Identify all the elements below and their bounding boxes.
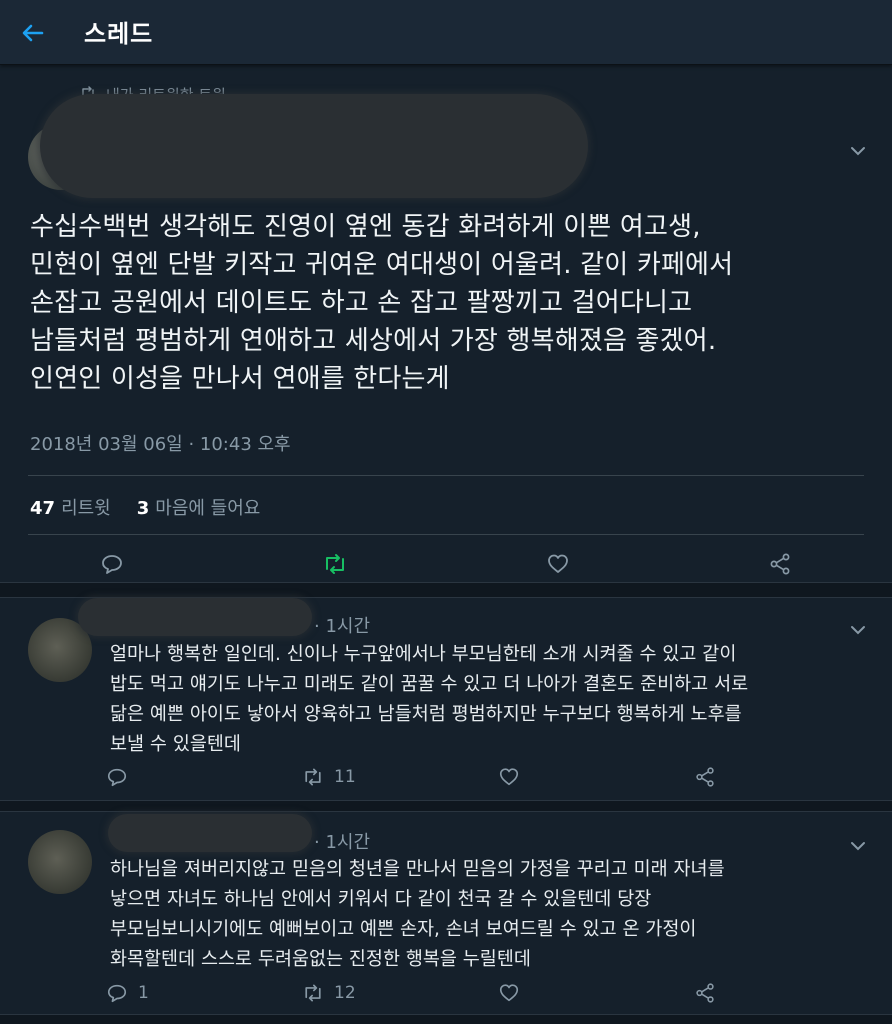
like-icon <box>499 984 519 1002</box>
reply-icon <box>102 555 122 574</box>
like-button[interactable] <box>498 766 520 788</box>
chevron-down-icon[interactable] <box>850 620 866 635</box>
like-button[interactable] <box>498 982 520 1004</box>
retweet-count: 12 <box>334 983 356 1003</box>
like-stat[interactable]: 3 마음에 들어요 <box>137 494 261 520</box>
reply-actions: 1 12 <box>0 982 892 1012</box>
avatar[interactable] <box>28 830 92 894</box>
reply-actions: 11 <box>0 766 892 796</box>
reply-count: 1 <box>138 983 149 1003</box>
reply-time: · 1시간 <box>314 832 371 853</box>
reply-icon <box>107 768 127 787</box>
page-title: 스레드 <box>84 20 154 48</box>
share-icon <box>696 983 714 1003</box>
reply-button[interactable]: 1 <box>106 982 149 1004</box>
retweet-button[interactable]: 11 <box>302 766 356 788</box>
divider <box>28 475 864 476</box>
tweet-stats: 47 리트윗 3 마음에 들어요 <box>30 494 260 520</box>
reply-time: · 1시간 <box>314 616 371 637</box>
top-bar: 스레드 <box>0 0 892 65</box>
retweet-icon <box>305 768 321 786</box>
reply-icon <box>107 984 127 1003</box>
reply-button[interactable] <box>106 766 138 788</box>
section-separator <box>0 1014 892 1024</box>
tweet-text: 수십수백번 생각해도 진영이 옆엔 동갑 화려하게 이쁜 여고생, 민현이 옆엔… <box>30 212 734 394</box>
retweet-stat[interactable]: 47 리트윗 <box>30 494 111 520</box>
share-icon <box>770 553 790 575</box>
retweet-button[interactable] <box>322 552 348 576</box>
like-stat-label: 마음에 들어요 <box>155 498 261 519</box>
retweet-button[interactable]: 12 <box>302 982 356 1004</box>
share-button[interactable] <box>694 766 716 788</box>
like-icon <box>548 554 568 573</box>
retweet-icon <box>326 554 344 574</box>
thread-page: 스레드 내가 리트윗한 트윗 수십수백번 생각해도 진영이 옆엔 동갑 화려하게… <box>0 0 892 1024</box>
chevron-down-icon[interactable] <box>850 836 866 851</box>
like-count: 3 <box>136 498 150 519</box>
redacted-reply-author <box>78 598 312 636</box>
reply-button[interactable] <box>100 552 124 576</box>
share-icon <box>696 767 714 787</box>
redacted-author-name <box>40 94 588 198</box>
share-button[interactable] <box>768 552 792 576</box>
like-button[interactable] <box>546 552 570 576</box>
share-button[interactable] <box>694 982 716 1004</box>
redacted-reply-author <box>108 814 312 852</box>
like-icon <box>499 768 519 786</box>
retweet-icon <box>305 984 321 1002</box>
chevron-down-icon[interactable] <box>850 141 866 156</box>
retweet-count: 11 <box>334 767 356 787</box>
divider <box>28 534 864 535</box>
tweet-actions <box>0 552 892 582</box>
retweet-stat-label: 리트윗 <box>61 498 111 519</box>
reply-text: 하나님을 져버리지않고 믿음의 청년을 만나서 믿음의 가정을 꾸리고 미래 자… <box>110 859 725 970</box>
reply-text: 얼마나 행복한 일인데. 신이나 누구앞에서나 부모님한테 소개 시켜줄 수 있… <box>110 644 749 755</box>
section-separator <box>0 582 892 598</box>
back-arrow-icon[interactable] <box>18 18 48 48</box>
retweet-count: 47 <box>30 498 56 519</box>
tweet-timestamp: 2018년 03월 06일 · 10:43 오후 <box>30 434 291 455</box>
section-separator <box>0 800 892 812</box>
